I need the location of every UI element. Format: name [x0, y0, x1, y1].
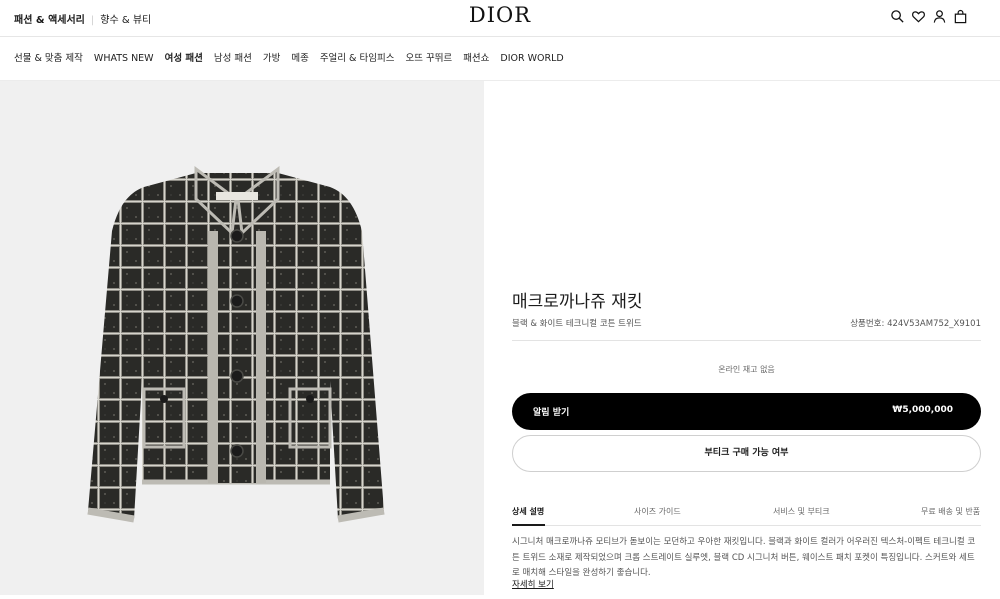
- detail-tabs: 상세 설명 사이즈 가이드 서비스 및 부티크 무료 배송 및 반품: [512, 498, 981, 526]
- product-title: 매크로까나쥬 재킷: [512, 292, 643, 312]
- top-header: 패션 & 액세서리 | 향수 & 뷰티 DIOR: [0, 0, 1000, 37]
- active-tab-indicator: [512, 524, 545, 526]
- dior-logo[interactable]: DIOR: [0, 3, 1000, 27]
- tab-size-guide[interactable]: 사이즈 가이드: [634, 506, 681, 517]
- nav-item-dior-world[interactable]: DIOR WORLD: [500, 37, 563, 81]
- heart-icon[interactable]: [911, 9, 926, 24]
- nav-item-gifts[interactable]: 선물 & 맞춤 제작: [14, 37, 83, 81]
- product-info: 매크로까나쥬 재킷 블랙 & 화이트 테크니컬 코튼 트위드 상품번호: 424…: [512, 81, 981, 595]
- divider: [512, 340, 981, 341]
- tab-details[interactable]: 상세 설명: [512, 506, 544, 517]
- product-reference: 상품번호: 424V53AM752_X9101: [850, 319, 981, 329]
- stock-status: 온라인 재고 없음: [718, 365, 775, 374]
- nav-item-jewelry[interactable]: 주얼리 & 타임피스: [320, 37, 395, 81]
- product-image-jacket: [87, 166, 385, 523]
- nav-item-bags[interactable]: 가방: [263, 37, 280, 81]
- product-price: ₩5,000,000: [892, 405, 953, 415]
- nav-item-men[interactable]: 남성 패션: [214, 37, 252, 81]
- notify-me-button[interactable]: 알림 받기 ₩5,000,000: [512, 393, 981, 430]
- product-description: 시그니처 매크로까나쥬 모티브가 돋보이는 모던하고 우아한 재킷입니다. 블랙…: [512, 537, 976, 578]
- nav-item-women[interactable]: 여성 패션: [165, 37, 203, 81]
- header-icons: [890, 9, 968, 24]
- product-subtitle: 블랙 & 화이트 테크니컬 코튼 트위드: [512, 319, 642, 329]
- nav-item-whats-new[interactable]: WHATS NEW: [94, 37, 154, 81]
- product-image-panel[interactable]: [0, 81, 484, 595]
- notify-me-label: 알림 받기: [533, 408, 570, 418]
- search-icon[interactable]: [890, 9, 905, 24]
- main-nav: 선물 & 맞춤 제작 WHATS NEW 여성 패션 남성 패션 가방 메종 주…: [0, 37, 1000, 81]
- nav-item-shows[interactable]: 패션쇼: [463, 37, 489, 81]
- nav-item-maison[interactable]: 메종: [291, 37, 308, 81]
- tab-free-shipping-returns[interactable]: 무료 배송 및 반품: [921, 506, 980, 517]
- boutique-availability-button[interactable]: 부티크 구매 가능 여부: [512, 435, 981, 472]
- user-icon[interactable]: [932, 9, 947, 24]
- read-more-link[interactable]: 자세히 보기: [512, 578, 554, 590]
- tab-services-boutique[interactable]: 서비스 및 부티크: [773, 506, 830, 517]
- shopping-bag-icon[interactable]: [953, 9, 968, 24]
- nav-item-haute-couture[interactable]: 오뜨 꾸뛰르: [405, 37, 452, 81]
